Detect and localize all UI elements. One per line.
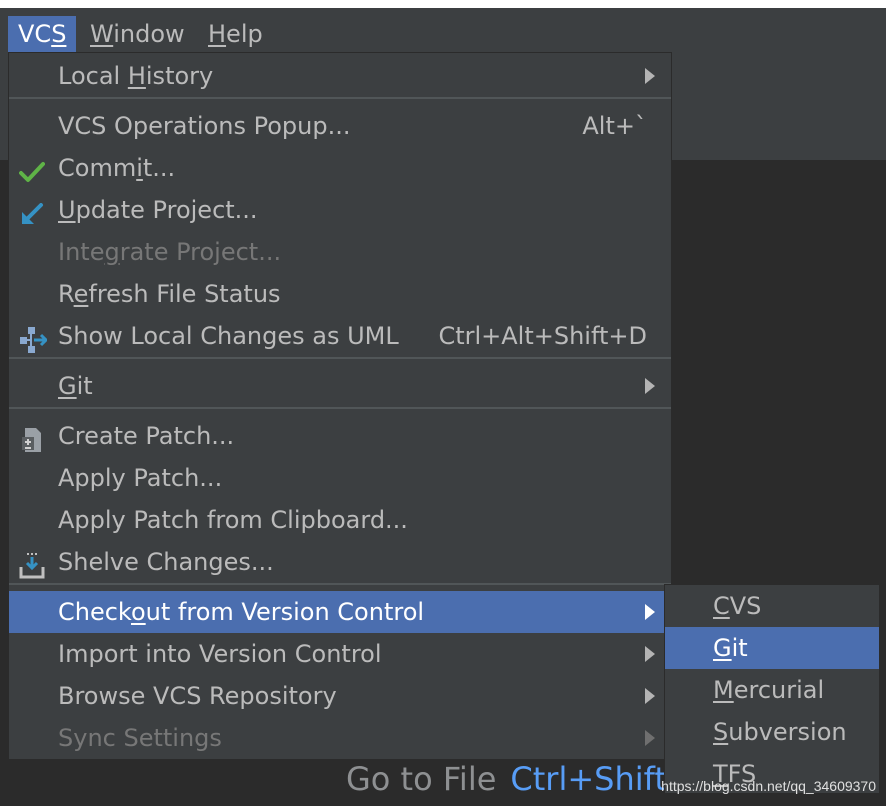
submenu-arrow-icon <box>645 646 655 662</box>
menu-item-label: VCS Operations Popup... <box>58 112 351 140</box>
menu-vcs-label: VC <box>18 20 52 48</box>
submenu-arrow-icon <box>645 688 655 704</box>
menu-item-local-history[interactable]: Local History <box>9 55 671 97</box>
menu-window-label: indow <box>113 20 185 48</box>
menu-item-label: Shelve Changes... <box>58 548 274 576</box>
menu-item-label: Show Local Changes as UML <box>58 322 399 350</box>
menu-item-label: Checkout from Version Control <box>58 598 425 626</box>
menu-help-label: elp <box>226 20 263 48</box>
menu-item-label: Import into Version Control <box>58 640 382 668</box>
menu-item-update-project[interactable]: Update Project... <box>9 189 671 231</box>
menu-item-apply-patch-clipboard[interactable]: Apply Patch from Clipboard... <box>9 499 671 541</box>
update-arrow-icon <box>19 198 45 224</box>
menu-item-label: Local History <box>58 62 214 90</box>
menu-window[interactable]: Window <box>80 16 195 52</box>
menu-item-label: Browse VCS Repository <box>58 682 337 710</box>
menu-item-refresh-file-status[interactable]: Refresh File Status <box>9 273 671 315</box>
submenu-arrow-icon <box>645 604 655 620</box>
submenu-arrow-icon <box>645 730 655 746</box>
menu-item-label: Commit... <box>58 154 176 182</box>
submenu-item-mercurial[interactable]: Mercurial <box>665 669 879 711</box>
menu-item-import-into-version-control[interactable]: Import into Version Control <box>9 633 671 675</box>
submenu-item-label: Git <box>713 634 748 662</box>
submenu-item-subversion[interactable]: Subversion <box>665 711 879 753</box>
menu-separator <box>9 357 671 359</box>
submenu-item-label: Mercurial <box>713 676 825 704</box>
menu-help[interactable]: Help <box>198 16 273 52</box>
menu-help-mnemonic: H <box>208 20 227 48</box>
menu-item-label: Integrate Project... <box>58 238 282 266</box>
menu-bar: VCS Window Help <box>0 0 886 52</box>
submenu-arrow-icon <box>645 68 655 84</box>
hint-text: Go to File <box>346 760 497 798</box>
menu-item-label: Git <box>58 372 93 400</box>
vcs-dropdown-menu: Local History VCS Operations Popup... Al… <box>8 52 672 760</box>
patch-file-icon <box>19 424 45 452</box>
menu-item-vcs-operations-popup[interactable]: VCS Operations Popup... Alt+` <box>9 105 671 147</box>
submenu-arrow-icon <box>645 378 655 394</box>
menu-item-git[interactable]: Git <box>9 365 671 407</box>
menu-separator <box>9 583 671 585</box>
menu-item-sync-settings: Sync Settings <box>9 717 671 759</box>
menu-vcs-mnemonic: S <box>51 20 67 48</box>
menu-item-integrate-project: Integrate Project... <box>9 231 671 273</box>
submenu-item-label: CVS <box>713 592 762 620</box>
menu-separator <box>9 97 671 99</box>
menu-item-label: Apply Patch... <box>58 464 223 492</box>
menu-vcs[interactable]: VCS <box>8 16 77 52</box>
submenu-item-cvs[interactable]: CVS <box>665 585 879 627</box>
watermark: https://blog.csdn.net/qq_34609370 <box>661 778 876 794</box>
menu-item-label: Apply Patch from Clipboard... <box>58 506 408 534</box>
menu-item-shelve-changes[interactable]: Shelve Changes... <box>9 541 671 583</box>
uml-diagram-icon <box>19 324 49 353</box>
shelve-icon <box>19 550 45 579</box>
checkout-submenu: CVS Git Mercurial Subversion TFS <box>664 584 880 794</box>
editor-empty-hint: Go to File Ctrl+Shift <box>346 756 667 802</box>
menu-item-show-local-changes-uml[interactable]: Show Local Changes as UML Ctrl+Alt+Shift… <box>9 315 671 357</box>
menu-item-browse-vcs-repository[interactable]: Browse VCS Repository <box>9 675 671 717</box>
menu-item-apply-patch[interactable]: Apply Patch... <box>9 457 671 499</box>
submenu-item-git[interactable]: Git <box>665 627 879 669</box>
menu-item-commit[interactable]: Commit... <box>9 147 671 189</box>
menu-item-checkout-from-version-control[interactable]: Checkout from Version Control <box>9 591 671 633</box>
menu-item-label: Sync Settings <box>58 724 222 752</box>
hint-shortcut: Ctrl+Shift <box>510 760 667 798</box>
menu-item-shortcut: Ctrl+Alt+Shift+D <box>438 322 647 350</box>
menu-item-label: Create Patch... <box>58 422 235 450</box>
menu-separator <box>9 407 671 409</box>
menu-item-create-patch[interactable]: Create Patch... <box>9 415 671 457</box>
check-icon <box>19 156 45 182</box>
submenu-item-label: Subversion <box>713 718 847 746</box>
menu-window-mnemonic: W <box>90 20 114 48</box>
menu-item-label: Update Project... <box>58 196 258 224</box>
menu-item-shortcut: Alt+` <box>582 112 647 140</box>
menu-item-label: Refresh File Status <box>58 280 281 308</box>
